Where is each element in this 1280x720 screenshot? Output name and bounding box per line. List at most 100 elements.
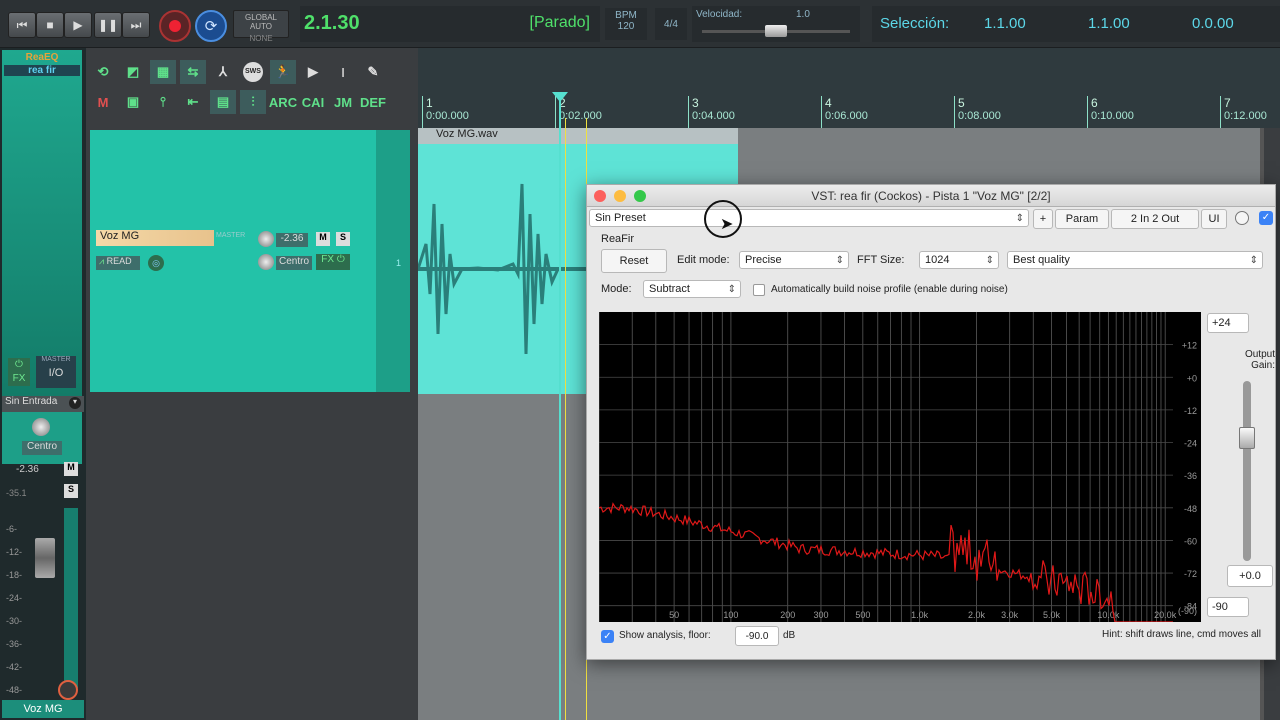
track-fx-button[interactable]: FX ⏻ [316,254,350,270]
mode-select[interactable]: Subtract [643,280,741,298]
selection-start[interactable]: 1.1.00 [984,15,1026,32]
chevron-down-icon: ▾ [69,397,81,409]
preset-select[interactable]: Sin Preset [589,209,1029,227]
range-bottom-field[interactable]: -90 [1207,597,1249,617]
cursor-tool[interactable]: I [330,60,356,84]
ruler-bar-number: 4 [825,96,832,110]
selection-end[interactable]: 1.1.00 [1088,15,1130,32]
fx-slot-reafir[interactable]: rea fir [4,65,80,76]
selection-length[interactable]: 0.0.00 [1192,15,1234,32]
undo-tool[interactable]: ⟲ [90,60,116,84]
quality-select[interactable]: Best quality [1007,251,1263,269]
go-to-end-button[interactable]: ⏭ [122,12,150,38]
track-mute-button[interactable]: M [316,232,330,246]
add-preset-button[interactable]: + [1033,209,1053,229]
ruler-mark: 6 0:10.000 [1087,96,1134,128]
ruler-mark: 4 0:06.000 [821,96,868,128]
input-select[interactable]: Sin Entrada ▾ [2,396,84,412]
fader-tool[interactable]: ⫶ [240,90,266,114]
pause-button[interactable]: ❚❚ [94,12,122,38]
master-send-label: MASTER [216,232,246,239]
mode-label: Mode: [601,283,632,295]
wet-knob-icon[interactable] [1235,211,1249,225]
show-analysis-checkbox[interactable]: ✓ [601,630,614,643]
marker-tool[interactable]: ⇤ [180,90,206,114]
sws-button[interactable]: SWS [240,60,266,84]
arc-button[interactable]: ARC [269,90,297,114]
track-solo-button[interactable]: S [336,232,350,246]
ruler-time: 0:00.000 [426,110,469,122]
track-number-column: 1 [376,130,410,392]
quality-value: Best quality [1013,254,1070,266]
go-to-start-button[interactable]: ⏮ [8,12,36,38]
position-display: 2.1.30 [304,12,360,34]
meter-scale-label: -48- [6,685,23,695]
envelope-tool[interactable]: ◩ [120,60,146,84]
track-name-field[interactable]: Voz MG [96,230,214,246]
track-control-panel: Voz MG MASTER -2.36 M S ⩘ READ ◎ Centro … [90,130,410,392]
output-gain-slider[interactable] [1239,427,1255,449]
velocity-label: Velocidad: [696,9,743,20]
def-button[interactable]: DEF [360,90,386,114]
global-auto-control[interactable]: GLOBAL AUTO NONE [233,10,289,43]
mixer-tool[interactable]: ▤ [210,90,236,114]
spectrum-graph[interactable]: +12+0-12-24-36-48-60-72-84(-90)50 100 200 3… [599,312,1201,622]
split-tool[interactable]: ⫯ [150,90,176,114]
freq-axis-label: 20.0k [1154,610,1177,620]
record-button[interactable] [159,10,191,42]
solo-button[interactable]: S [64,484,78,498]
record-arm-button[interactable] [58,680,78,700]
freq-axis-label: 300 [813,610,828,620]
reset-button[interactable]: Reset [601,249,667,273]
freq-axis-label: 1.0k [911,610,929,620]
auto-noise-checkbox[interactable] [753,284,765,296]
show-analysis-label: Show analysis, floor: [619,630,711,641]
mute-button[interactable]: M [64,462,78,476]
snap-tool[interactable]: ⇆ [180,60,206,84]
play-button[interactable]: ▶ [64,12,92,38]
plugin-titlebar[interactable]: VST: rea fir (Cockos) - Pista 1 "Voz MG"… [587,185,1275,207]
volume-fader[interactable] [35,538,55,578]
item-tool[interactable]: ▣ [120,90,146,114]
ui-button[interactable]: UI [1201,209,1227,229]
stop-button[interactable]: ■ [36,12,64,38]
fx-button[interactable]: ⏻ FX [8,358,30,386]
mute-tool[interactable]: M [90,90,116,114]
track-pan-knob[interactable] [258,254,274,270]
bpm-display[interactable]: BPM 120 [605,8,647,40]
time-signature[interactable]: 4/4 [655,8,687,40]
io-routing-button[interactable]: 2 In 2 Out [1111,209,1199,229]
volume-knob[interactable] [258,231,274,247]
bpm-value: 120 [617,21,635,32]
param-button[interactable]: Param [1055,209,1109,229]
pause-icon: ❚❚ [97,18,119,32]
fx-slot-reaeq[interactable]: ReaEQ [4,52,80,63]
cai-button[interactable]: CAI [300,90,326,114]
jm-button[interactable]: JM [330,90,356,114]
floor-input[interactable]: -90.0 [735,626,779,646]
db-axis-label: -12 [1184,406,1197,416]
grid-tool[interactable]: ▦ [150,60,176,84]
timeline-ruler[interactable]: 1 0:00.000 2 0:02.000 3 0:04.000 4 0:06.000 5 0:0… [418,48,1280,128]
io-button[interactable]: MASTER I/O [36,356,76,388]
metronome-tool[interactable]: ⅄ [210,60,236,84]
automation-mode[interactable]: ⩘ READ [96,256,140,270]
track-number: 1 [396,258,402,268]
gain-value-field[interactable]: +0.0 [1227,565,1273,587]
pan-knob[interactable] [32,418,50,436]
fft-size-select[interactable]: 1024 [919,251,999,269]
bypass-checkbox[interactable]: ✓ [1259,211,1273,225]
input-monitor-button[interactable]: ◎ [148,255,164,271]
ruler-mark: 7 0:12.000 [1220,96,1267,128]
play-tool[interactable]: ▶ [300,60,326,84]
repeat-button[interactable]: ⟳ [195,10,227,42]
empty-track-area [90,392,410,720]
pencil-tool[interactable]: ✎ [360,60,386,84]
range-top-field[interactable]: +24 [1207,313,1249,333]
freq-axis-label: 3.0k [1001,610,1019,620]
velocity-slider-thumb[interactable] [765,25,787,37]
runner-tool[interactable]: 🏃 [270,60,296,84]
edit-mode-select[interactable]: Precise [739,251,849,269]
peak-readout: -35.1 [6,488,27,498]
velocity-control: Velocidad: 1.0 [692,6,860,42]
